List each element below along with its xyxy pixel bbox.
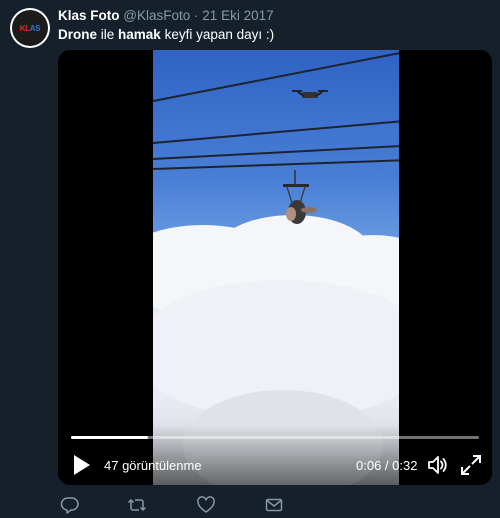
power-line xyxy=(153,50,399,102)
avatar-logo: KL AS xyxy=(12,10,48,46)
tweet-text-part-4: keyfi yapan dayı :) xyxy=(160,27,275,42)
progress-fill xyxy=(71,436,148,439)
tweet-text: Drone ile hamak keyfi yapan dayı :) xyxy=(58,27,274,42)
view-count: 47 görüntülenme xyxy=(104,458,202,473)
video-frame xyxy=(153,50,399,485)
tweet-date[interactable]: 21 Eki 2017 xyxy=(202,8,273,23)
message-icon[interactable] xyxy=(264,495,284,515)
hammock-rider-icon xyxy=(283,170,317,224)
progress-bar[interactable] xyxy=(71,436,479,439)
author-name[interactable]: Klas Foto xyxy=(58,8,120,23)
tweet-text-part-2: ile xyxy=(97,27,119,42)
avatar[interactable]: KL AS xyxy=(10,8,50,48)
power-line xyxy=(153,119,399,144)
tweet-actions xyxy=(0,495,500,515)
volume-icon[interactable] xyxy=(426,453,450,477)
time-display: 0:06 / 0:32 xyxy=(356,458,418,473)
tweet-text-bold-1: Drone xyxy=(58,27,98,42)
play-icon[interactable] xyxy=(72,454,92,476)
like-icon[interactable] xyxy=(196,495,216,515)
header-separator: · xyxy=(194,8,199,23)
author-handle[interactable]: @KlasFoto xyxy=(123,8,190,23)
fullscreen-icon[interactable] xyxy=(459,453,483,477)
tweet-header: Klas Foto @KlasFoto · 21 Eki 2017 xyxy=(58,8,274,23)
drone-icon xyxy=(292,90,328,98)
retweet-icon[interactable] xyxy=(127,495,147,515)
reply-icon[interactable] xyxy=(60,495,80,515)
tweet-text-bold-2: hamak xyxy=(118,27,161,42)
video-player[interactable]: 47 görüntülenme 0:06 / 0:32 xyxy=(58,50,492,485)
power-line xyxy=(153,144,399,160)
power-line xyxy=(153,158,399,170)
